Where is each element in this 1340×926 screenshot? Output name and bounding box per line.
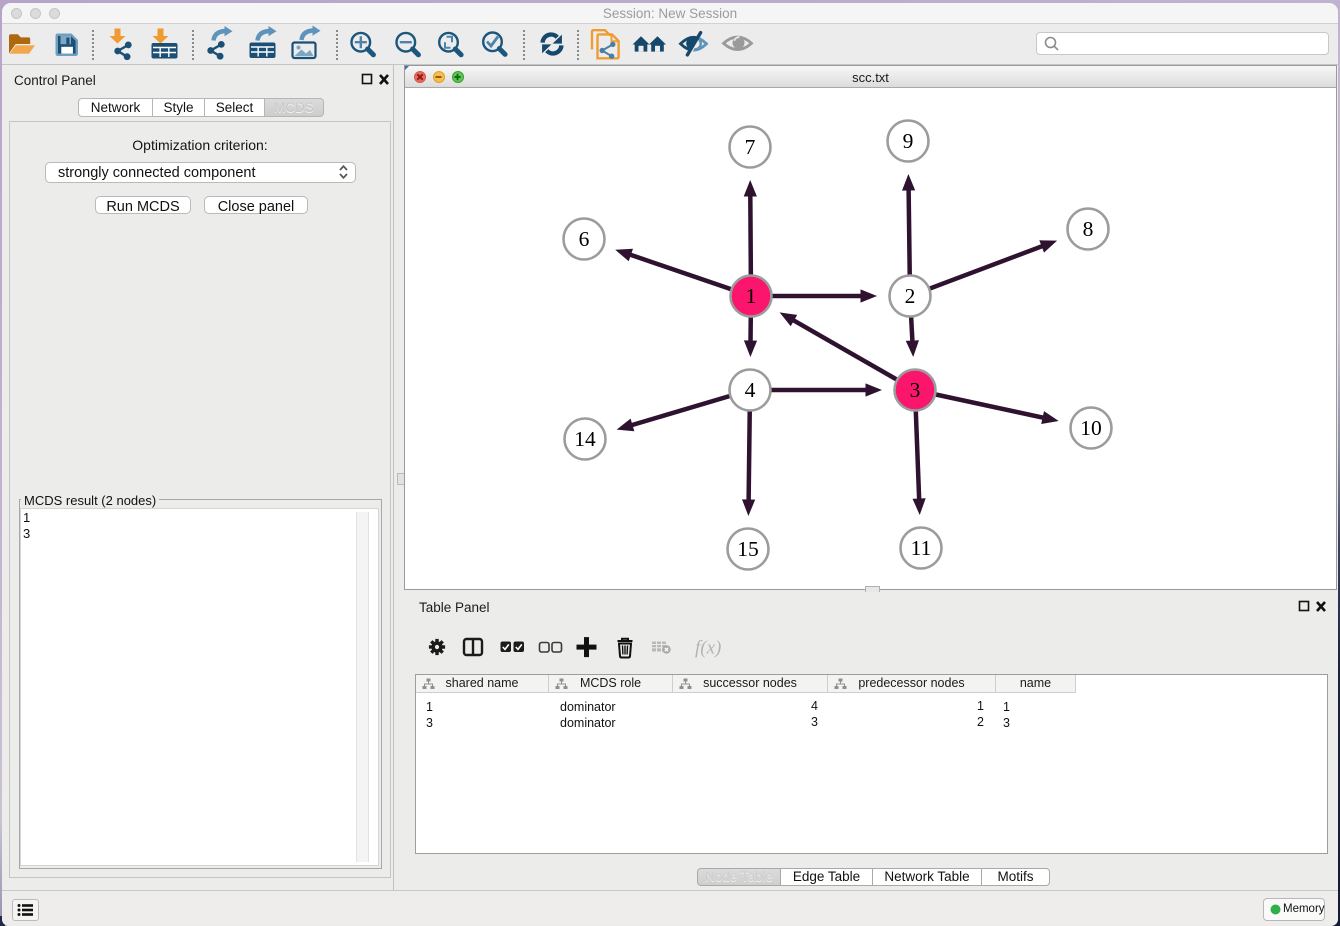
svg-text:4: 4 [745, 378, 756, 402]
svg-text:1: 1 [746, 284, 757, 308]
svg-text:15: 15 [737, 537, 759, 561]
svg-text:14: 14 [574, 427, 596, 451]
svg-text:11: 11 [911, 536, 932, 560]
svg-text:7: 7 [745, 135, 756, 159]
svg-text:2: 2 [905, 284, 916, 308]
svg-text:9: 9 [903, 129, 914, 153]
svg-text:10: 10 [1080, 416, 1102, 440]
svg-text:6: 6 [579, 227, 590, 251]
svg-text:3: 3 [910, 378, 921, 402]
svg-text:8: 8 [1083, 217, 1094, 241]
svg-text:f(x): f(x) [695, 638, 721, 659]
